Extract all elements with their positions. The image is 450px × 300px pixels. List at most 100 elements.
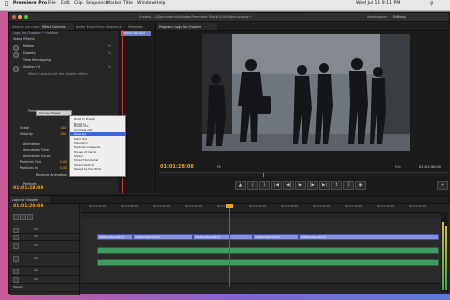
reset-icon[interactable]: ↻	[108, 51, 111, 55]
fx-toggle-icon[interactable]	[13, 52, 19, 58]
video-clip[interactable]: Untitled Clip.mp4 [V]	[133, 234, 193, 240]
menu-item[interactable]: Shred	[74, 154, 82, 158]
program-playhead[interactable]	[263, 173, 264, 177]
tab-effect-controls[interactable]: Effect Controls	[40, 23, 74, 30]
track-label: V3	[34, 226, 38, 231]
program-video-frame	[202, 34, 410, 151]
audio-clip[interactable]	[97, 259, 439, 266]
menu-window[interactable]: Window	[137, 1, 155, 7]
lift-button[interactable]: ↥	[331, 181, 342, 190]
playhead-handle[interactable]	[226, 204, 233, 208]
ruler-tick-label: 01:01:24:00	[249, 204, 267, 208]
menu-item[interactable]: Crumble Out	[74, 128, 92, 132]
ec-label: Animation	[23, 142, 40, 147]
ec-label: Animation Curve	[23, 154, 51, 159]
timeline-ruler[interactable]: 01:01:04:00 01:01:08:00 01:01:12:00 01:0…	[81, 204, 448, 213]
tab-program[interactable]: Program: Logs for Chapter	[157, 23, 217, 30]
export-frame-button[interactable]: ◉	[355, 181, 366, 190]
ec-value[interactable]: 100	[60, 132, 66, 136]
add-marker-icon[interactable]	[27, 214, 33, 220]
video-clip[interactable]: Untitled Clip.mp4 [V]	[97, 234, 133, 240]
timeline-tabs: Logs for Chapter	[10, 196, 450, 204]
go-to-out-button[interactable]: ▶|	[319, 181, 330, 190]
go-to-in-button[interactable]: |◀	[271, 181, 282, 190]
snap-icon[interactable]	[13, 214, 19, 220]
menu-marker[interactable]: Marker	[106, 1, 122, 7]
timeline-playhead[interactable]	[229, 204, 230, 287]
ec-label: Time Remapping	[23, 58, 51, 63]
ec-row-motion[interactable]: Motion ↻	[10, 44, 116, 51]
workspace-select[interactable]: Editing	[393, 15, 406, 20]
play-button[interactable]: ▶	[295, 181, 306, 190]
reset-icon[interactable]: ↻	[108, 44, 111, 48]
timeline-timecode[interactable]: 01:01:28:08	[13, 204, 43, 210]
menu-item[interactable]: House of Cards	[74, 150, 96, 154]
preset-select[interactable]: Choose Preset	[36, 110, 72, 116]
apple-icon[interactable]: 	[5, 1, 8, 8]
mark-out-button[interactable]: }	[259, 181, 270, 190]
menu-item-selected[interactable]: Dissolve	[74, 132, 86, 136]
ec-timecode[interactable]: 01:01:28:08	[13, 186, 43, 192]
marker-button[interactable]: ▲	[235, 181, 246, 190]
track-header-master[interactable]: Master	[10, 283, 80, 292]
linked-selection-icon[interactable]	[20, 214, 26, 220]
step-forward-button[interactable]: |▶	[307, 181, 318, 190]
fx-toggle-icon[interactable]	[13, 45, 19, 51]
ec-label: Scale	[20, 126, 29, 131]
program-quality-select[interactable]: Full	[395, 165, 400, 169]
tab-audio-mixer[interactable]: Audio Track Mixer: Sequence	[74, 23, 126, 30]
menu-file[interactable]: File	[48, 1, 56, 7]
menu-edit[interactable]: Edit	[61, 1, 70, 7]
program-tabs: Program: Logs for Chapter	[157, 23, 450, 31]
menu-clip[interactable]: Clip	[74, 1, 83, 7]
ec-row-opacity[interactable]: Opacity ↻	[10, 51, 116, 58]
menu-item[interactable]: Build In Preset	[74, 117, 95, 121]
ec-value[interactable]: 0.00	[60, 166, 67, 170]
menu-help[interactable]: Help	[155, 1, 165, 7]
ec-label: Velocity	[20, 132, 33, 137]
track-lane-a1[interactable]	[81, 244, 448, 259]
menu-app-name[interactable]: Premiere Pro	[13, 1, 47, 7]
zoom-button[interactable]	[24, 15, 28, 20]
menu-item[interactable]: Swept by the Wind	[74, 167, 101, 171]
track-header-a1[interactable]: A1	[10, 252, 80, 267]
ec-value[interactable]: 100	[60, 126, 66, 130]
timeline-panel: Logs for Chapter 01:01:28:08 V3 V2 V1 A1	[10, 195, 450, 295]
program-timecode[interactable]: 01:01:28:08	[160, 165, 194, 170]
audio-clip[interactable]	[97, 247, 439, 254]
close-button[interactable]	[12, 15, 16, 20]
ec-clip[interactable]: Untitled Clip.mp4	[121, 31, 151, 36]
mark-in-button[interactable]: {	[247, 181, 258, 190]
menu-title[interactable]: Title	[123, 1, 133, 7]
tab-metadata[interactable]: Metadata	[126, 23, 154, 30]
fx-toggle-icon[interactable]	[13, 66, 19, 72]
add-button[interactable]: +	[437, 181, 448, 190]
ruler-tick-label: 01:01:36:00	[345, 204, 363, 208]
ec-label: Video Effects	[13, 37, 35, 42]
eye-icon[interactable]	[13, 243, 19, 249]
reset-icon[interactable]: ↻	[108, 65, 111, 69]
speaker-icon[interactable]	[13, 277, 19, 283]
program-scrub-bar[interactable]	[159, 172, 448, 177]
track-lane-master[interactable]	[81, 275, 448, 284]
spotlight-icon[interactable]: ⚲	[430, 1, 434, 7]
extract-button[interactable]: ↧	[343, 181, 354, 190]
ec-value[interactable]: 0.00	[60, 160, 67, 164]
video-clip[interactable]: Untitled Clip.mp4 [V]	[193, 234, 253, 240]
ec-row-video-effects: Video Effects	[10, 37, 116, 43]
ec-row-time-remap[interactable]: Time Remapping	[10, 58, 116, 64]
video-scene-image	[202, 34, 410, 151]
speaker-icon[interactable]	[13, 268, 19, 274]
step-back-button[interactable]: ◀|	[283, 181, 294, 190]
video-clip[interactable]: Untitled Clip.mp4 [V]	[299, 234, 439, 240]
tab-source[interactable]: Source: (no clips)	[10, 23, 40, 30]
speaker-icon[interactable]	[13, 256, 19, 262]
program-fit-select[interactable]: Fit	[217, 165, 221, 169]
menubar-clock[interactable]: Wed Jul 11 9:11 PM	[356, 1, 400, 7]
tab-timeline-sequence[interactable]: Logs for Chapter	[10, 196, 50, 203]
minimize-button[interactable]	[18, 15, 22, 20]
ec-row-shatter[interactable]: Shatter FX ↻	[10, 65, 116, 72]
ruler-tick-label: 01:01:32:00	[313, 204, 331, 208]
video-clip[interactable]: Untitled Clip.mp4 [V]	[253, 234, 299, 240]
preset-dropdown-menu: Build In Preset Break In Break Out Crumb…	[69, 115, 126, 177]
